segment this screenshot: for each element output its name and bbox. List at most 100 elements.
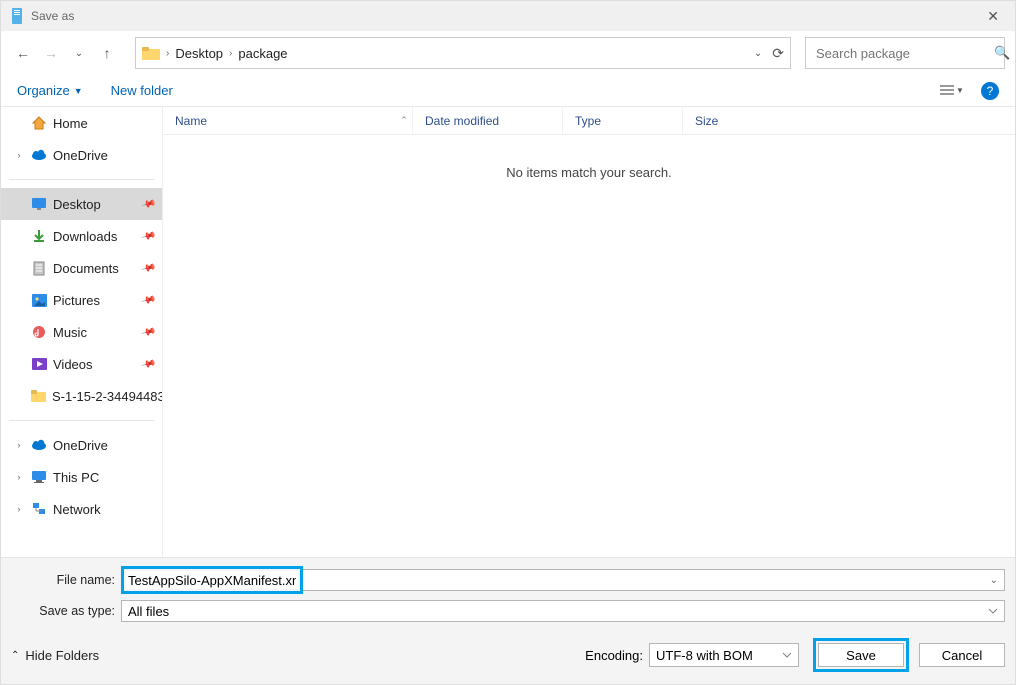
view-options-button[interactable]: ▼ [939,78,965,104]
tree-separator [9,179,154,180]
empty-state: No items match your search. [163,135,1015,180]
saveastype-label: Save as type: [11,604,121,618]
nav-tree: Home › OneDrive Desktop 📌 [1,107,163,557]
titlebar: Save as ✕ [1,1,1015,31]
tree-network[interactable]: › Network [1,493,162,525]
encoding-select[interactable]: UTF-8 with BOM [649,643,799,667]
address-dropdown-icon[interactable]: ⌄ [754,48,762,59]
forward-icon[interactable]: → [39,41,63,65]
folder-icon [31,388,46,404]
up-icon[interactable]: ↑ [95,41,119,65]
pin-icon: 📌 [140,324,156,340]
bottom-row: ⌃ Hide Folders Encoding: UTF-8 with BOM … [11,638,1005,672]
cloud-icon [31,437,47,453]
nav-row: ← → ⌄ ↑ › Desktop › package ⌄ ⟳ 🔍 [1,31,1015,75]
filename-dropdown-icon[interactable]: ⌄ [990,575,998,586]
download-icon [31,228,47,244]
pin-icon: 📌 [140,228,156,244]
pin-icon: 📌 [140,292,156,308]
cloud-icon [31,147,47,163]
chevron-right-icon[interactable]: › [13,440,25,450]
app-icon [9,8,25,24]
tree-sid-folder[interactable]: S-1-15-2-344944837 [1,380,162,412]
pin-icon: 📌 [140,356,156,372]
search-input[interactable] [814,45,994,62]
tree-music[interactable]: Music 📌 [1,316,162,348]
tree-pictures[interactable]: Pictures 📌 [1,284,162,316]
videos-icon [31,356,47,372]
new-folder-button[interactable]: New folder [111,83,173,98]
tree-documents[interactable]: Documents 📌 [1,252,162,284]
home-icon [31,115,47,131]
tree-label: Pictures [53,293,100,308]
tree-label: This PC [53,470,99,485]
tree-onedrive[interactable]: › OneDrive [1,139,162,171]
chevron-right-icon[interactable]: › [13,472,25,482]
pictures-icon [31,292,47,308]
cancel-button[interactable]: Cancel [919,643,1005,667]
breadcrumb-desktop[interactable]: Desktop [175,46,223,61]
tree-label: Music [53,325,87,340]
pin-icon: 📌 [140,196,156,212]
recent-dropdown-icon[interactable]: ⌄ [67,41,91,65]
document-icon [31,260,47,276]
network-icon [31,501,47,517]
hide-folders-toggle[interactable]: ⌃ Hide Folders [11,648,99,663]
help-icon[interactable]: ? [981,82,999,100]
col-type[interactable]: Type [563,107,683,134]
tree-videos[interactable]: Videos 📌 [1,348,162,380]
filename-input[interactable] [126,571,298,589]
hide-folders-label: Hide Folders [25,648,99,663]
save-button[interactable]: Save [818,643,904,667]
music-icon [31,324,47,340]
tree-label: Desktop [53,197,101,212]
tree-label: Documents [53,261,119,276]
tree-label: S-1-15-2-344944837 [52,389,162,404]
saveastype-row: Save as type: All files [11,600,1005,622]
tree-onedrive-2[interactable]: › OneDrive [1,429,162,461]
tree-separator [9,420,154,421]
search-icon[interactable]: 🔍 [994,45,1010,61]
sort-caret-icon: ⌃ [395,107,413,134]
filename-row: File name: ⌄ [11,566,1005,594]
col-size[interactable]: Size [683,107,763,134]
refresh-icon[interactable]: ⟳ [772,45,784,62]
encoding-label: Encoding: [585,648,643,663]
tree-label: OneDrive [53,438,108,453]
pc-icon [31,469,47,485]
back-icon[interactable]: ← [11,41,35,65]
organize-menu[interactable]: Organize ▼ [17,83,83,98]
chevron-right-icon[interactable]: › [13,150,25,160]
tree-home[interactable]: Home [1,107,162,139]
list-view-icon [940,85,954,97]
tree-label: Home [53,116,88,131]
cancel-wrap: Cancel [919,643,1005,667]
breadcrumb-package[interactable]: package [238,46,287,61]
tree-label: Videos [53,357,93,372]
search-box[interactable]: 🔍 [805,37,1005,69]
dropdown-caret-icon: ▼ [74,86,83,96]
body: Home › OneDrive Desktop 📌 [1,107,1015,557]
col-date[interactable]: Date modified [413,107,563,134]
dropdown-caret-icon: ▼ [956,86,964,95]
col-name[interactable]: Name [163,107,413,134]
chevron-right-icon: › [166,48,169,59]
tree-label: Downloads [53,229,117,244]
close-icon[interactable]: ✕ [979,4,1007,29]
pin-icon: 📌 [140,260,156,276]
folder-icon [142,46,160,60]
tree-desktop[interactable]: Desktop 📌 [1,188,162,220]
organize-label: Organize [17,83,70,98]
chevron-up-icon: ⌃ [11,650,19,661]
chevron-right-icon: › [229,48,232,59]
address-bar[interactable]: › Desktop › package ⌄ ⟳ [135,37,791,69]
saveastype-select[interactable]: All files [121,600,1005,622]
toolbar: Organize ▼ New folder ▼ ? [1,75,1015,107]
filename-label: File name: [11,573,121,587]
chevron-right-icon[interactable]: › [13,504,25,514]
desktop-icon [31,196,47,212]
tree-downloads[interactable]: Downloads 📌 [1,220,162,252]
tree-this-pc[interactable]: › This PC [1,461,162,493]
save-highlight: Save [813,638,909,672]
file-list: Name ⌃ Date modified Type Size No items … [163,107,1015,557]
